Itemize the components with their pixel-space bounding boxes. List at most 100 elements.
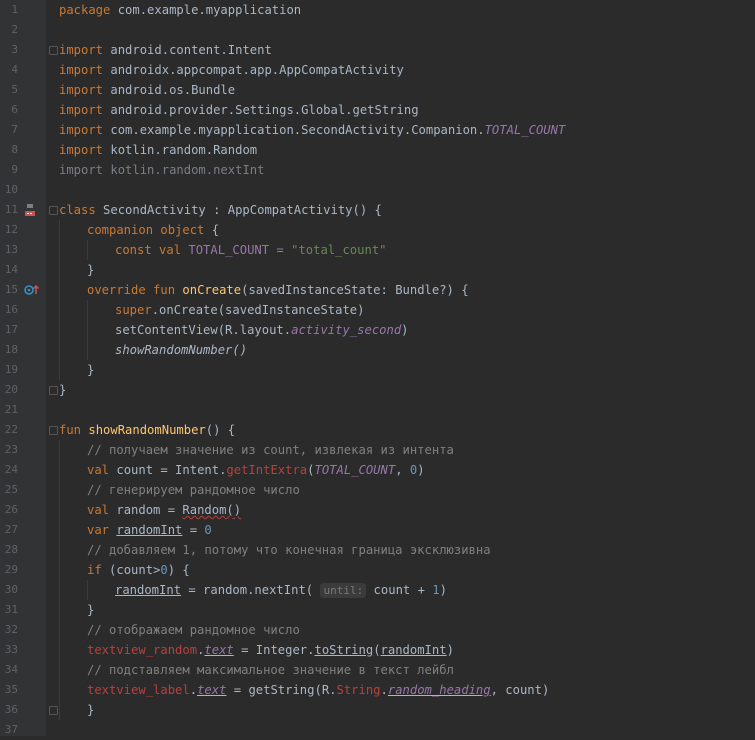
code-line: import androidx.appcompat.app.AppCompatA… (59, 60, 404, 80)
line-number[interactable]: 27 (0, 520, 18, 540)
fold-marker[interactable] (49, 386, 58, 395)
line-number[interactable]: 6 (0, 100, 18, 120)
override-method-icon[interactable] (24, 283, 40, 297)
number-literal: 0 (204, 523, 212, 537)
string-literal: "total_count" (291, 243, 387, 257)
code-text: random = (109, 503, 183, 517)
keyword: import (59, 43, 104, 57)
line-number[interactable]: 30 (0, 580, 18, 600)
code-line: if (count>0) { (87, 560, 190, 580)
line-number[interactable]: 33 (0, 640, 18, 660)
line-number[interactable]: 8 (0, 140, 18, 160)
keyword: class (59, 203, 96, 217)
line-number[interactable]: 29 (0, 560, 18, 580)
class-hierarchy-icon[interactable] (24, 203, 38, 217)
keyword: val (87, 463, 110, 477)
code-text: = Integer. (233, 643, 315, 657)
line-number[interactable]: 9 (0, 160, 18, 180)
mutable-variable: randomInt (380, 643, 447, 657)
code-text: . (189, 683, 198, 697)
line-number[interactable]: 22 (0, 420, 18, 440)
line-number[interactable]: 15 (0, 280, 18, 300)
fold-marker[interactable] (49, 206, 58, 215)
line-number[interactable]: 19 (0, 360, 18, 380)
mutable-variable: randomInt (115, 583, 182, 597)
code-text: ( (373, 643, 381, 657)
line-number[interactable]: 34 (0, 660, 18, 680)
line-number[interactable]: 14 (0, 260, 18, 280)
line-number[interactable]: 11 (0, 200, 18, 220)
line-number[interactable]: 21 (0, 400, 18, 420)
keyword: import (59, 163, 104, 177)
line-number[interactable]: 26 (0, 500, 18, 520)
fold-marker[interactable] (49, 426, 58, 435)
line-number[interactable]: 18 (0, 340, 18, 360)
line-number[interactable]: 10 (0, 180, 18, 200)
code-text: showRandomNumber() (115, 343, 248, 357)
code-text: = (182, 523, 205, 537)
code-line: class SecondActivity : AppCompatActivity… (59, 200, 382, 220)
keyword: import (59, 63, 104, 77)
line-number[interactable]: 17 (0, 320, 18, 340)
fold-marker[interactable] (49, 46, 58, 55)
keyword: override fun (87, 283, 176, 297)
resource-ref: random_heading (387, 683, 491, 697)
constant-ref: TOTAL_COUNT (484, 123, 566, 137)
code-comment: // получаем значение из count, извлекая … (87, 440, 454, 460)
comment-text: // подставляем максимальное значение в т… (87, 663, 454, 677)
number-literal: 1 (432, 583, 440, 597)
line-number[interactable]: 7 (0, 120, 18, 140)
code-text: { (204, 223, 220, 237)
code-line: } (87, 260, 94, 280)
line-number[interactable]: 3 (0, 40, 18, 60)
code-editor[interactable]: 1 2 3 4 5 6 7 8 9 10 11 12 13 14 15 16 17 18 19 20 21 22 23 24 2… (0, 0, 755, 736)
code-text: SecondActivity : AppCompatActivity() { (95, 203, 382, 217)
code-text: androidx.appcompat.app.AppCompatActivity (103, 63, 404, 77)
line-number[interactable]: 28 (0, 540, 18, 560)
code-comment: // отображаем рандомное число (87, 620, 300, 640)
line-number[interactable]: 4 (0, 60, 18, 80)
code-line: const val TOTAL_COUNT = "total_count" (115, 240, 387, 260)
line-number[interactable]: 12 (0, 220, 18, 240)
line-number[interactable]: 13 (0, 240, 18, 260)
code-line: import android.os.Bundle (59, 80, 235, 100)
code-line: fun showRandomNumber() { (59, 420, 235, 440)
code-line: } (59, 380, 66, 400)
code-text: count = Intent. (109, 463, 227, 477)
code-line: import android.provider.Settings.Global.… (59, 100, 419, 120)
line-number[interactable]: 31 (0, 600, 18, 620)
line-number[interactable]: 5 (0, 80, 18, 100)
line-number[interactable]: 35 (0, 680, 18, 700)
keyword: companion object (87, 223, 205, 237)
line-number[interactable]: 24 (0, 460, 18, 480)
code-text: = getString(R. (226, 683, 337, 697)
line-number[interactable]: 1 (0, 0, 18, 20)
unresolved-ref: textview_random (87, 643, 198, 657)
fold-marker[interactable] (49, 706, 58, 715)
unresolved-ref: textview_label (87, 683, 190, 697)
comment-text: // получаем значение из count, извлекая … (87, 443, 454, 457)
code-text: () { (205, 423, 236, 437)
line-number[interactable]: 16 (0, 300, 18, 320)
number-literal: 0 (160, 563, 168, 577)
indent-guide (59, 220, 60, 380)
code-line: val random = Random() (87, 500, 241, 520)
line-number[interactable]: 25 (0, 480, 18, 500)
line-number[interactable]: 20 (0, 380, 18, 400)
code-line: super.onCreate(savedInstanceState) (115, 300, 364, 320)
line-number[interactable]: 32 (0, 620, 18, 640)
code-text: (savedInstanceState: Bundle?) { (241, 283, 469, 297)
code-line-unused-import: import kotlin.random.nextInt (59, 160, 264, 180)
line-number[interactable]: 2 (0, 20, 18, 40)
comment-text: // генерируем рандомное число (87, 483, 300, 497)
code-text: com.example.myapplication (110, 3, 302, 17)
function-name: showRandomNumber (88, 423, 206, 437)
code-text: , count) (490, 683, 550, 697)
code-comment: // подставляем максимальное значение в т… (87, 660, 454, 680)
function-name: onCreate (182, 283, 242, 297)
line-number[interactable]: 36 (0, 700, 18, 720)
line-number[interactable]: 37 (0, 720, 18, 740)
keyword: import (59, 143, 104, 157)
line-number[interactable]: 23 (0, 440, 18, 460)
code-line: } (87, 700, 94, 720)
